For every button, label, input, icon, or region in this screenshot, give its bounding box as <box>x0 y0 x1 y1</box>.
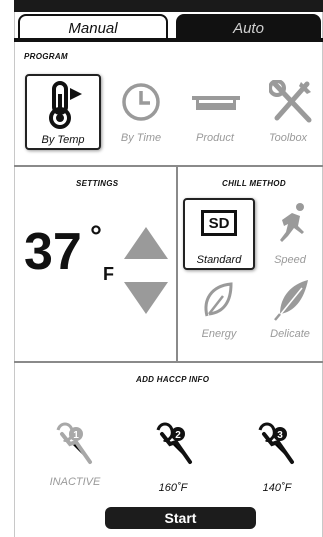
chill-standard-button[interactable]: SD Standard <box>183 198 255 270</box>
program-by-temp-button[interactable]: By Temp <box>25 74 101 150</box>
chill-label: Energy <box>201 328 237 340</box>
temp-down-button[interactable] <box>122 280 170 316</box>
probe-3-button[interactable]: 3 140˚F <box>242 418 312 498</box>
tab-auto[interactable]: Auto <box>176 14 321 40</box>
haccp-title: ADD HACCP INFO <box>136 375 210 384</box>
tab-underline <box>14 38 323 42</box>
runner-icon <box>274 202 310 246</box>
probe-1-button[interactable]: 1 INACTIVE <box>40 418 110 498</box>
leaf-icon <box>201 280 237 320</box>
divider <box>176 167 178 362</box>
chill-label: Speed <box>274 254 306 266</box>
tools-icon <box>269 80 313 126</box>
sd-icon: SD <box>201 210 237 236</box>
tray-icon <box>190 92 242 116</box>
program-product-button[interactable]: Product <box>178 74 252 150</box>
chill-method-title: CHILL METHOD <box>222 179 286 188</box>
chill-speed-button[interactable]: Speed <box>258 198 322 270</box>
degree-symbol: ° <box>90 220 102 253</box>
thermometer-icon <box>46 80 86 130</box>
program-toolbox-button[interactable]: Toolbox <box>253 74 323 150</box>
probe-label: INACTIVE <box>49 476 101 488</box>
temperature-value: 37 <box>24 223 82 281</box>
probe-number: 1 <box>73 430 79 441</box>
clock-icon <box>121 82 161 122</box>
temp-up-button[interactable] <box>122 225 170 261</box>
program-label: Toolbox <box>268 132 308 144</box>
temperature-unit: F <box>103 264 114 284</box>
top-strip <box>14 0 323 12</box>
probe-icon: 1 <box>52 420 98 470</box>
probe-number: 2 <box>175 430 181 441</box>
chill-energy-button[interactable]: Energy <box>183 276 255 346</box>
start-button[interactable]: Start <box>105 507 256 529</box>
program-by-time-button[interactable]: By Time <box>103 74 179 150</box>
probe-label: 160˚F <box>158 482 188 494</box>
program-label: By Time <box>120 132 162 144</box>
settings-title: SETTINGS <box>76 179 119 188</box>
probe-icon: 3 <box>254 420 300 470</box>
program-label: By Temp <box>41 134 85 146</box>
program-label: Product <box>196 132 234 144</box>
probe-icon: 2 <box>152 420 198 470</box>
chill-label: Standard <box>196 254 242 266</box>
program-title: PROGRAM <box>24 52 68 61</box>
divider <box>14 361 323 363</box>
divider <box>14 165 323 167</box>
chill-delicate-button[interactable]: Delicate <box>258 276 322 346</box>
probe-2-button[interactable]: 2 160˚F <box>138 418 208 498</box>
tab-manual[interactable]: Manual <box>18 14 168 40</box>
feather-icon <box>272 278 312 322</box>
chill-label: Delicate <box>270 328 310 340</box>
probe-label: 140˚F <box>262 482 292 494</box>
probe-number: 3 <box>277 430 283 441</box>
